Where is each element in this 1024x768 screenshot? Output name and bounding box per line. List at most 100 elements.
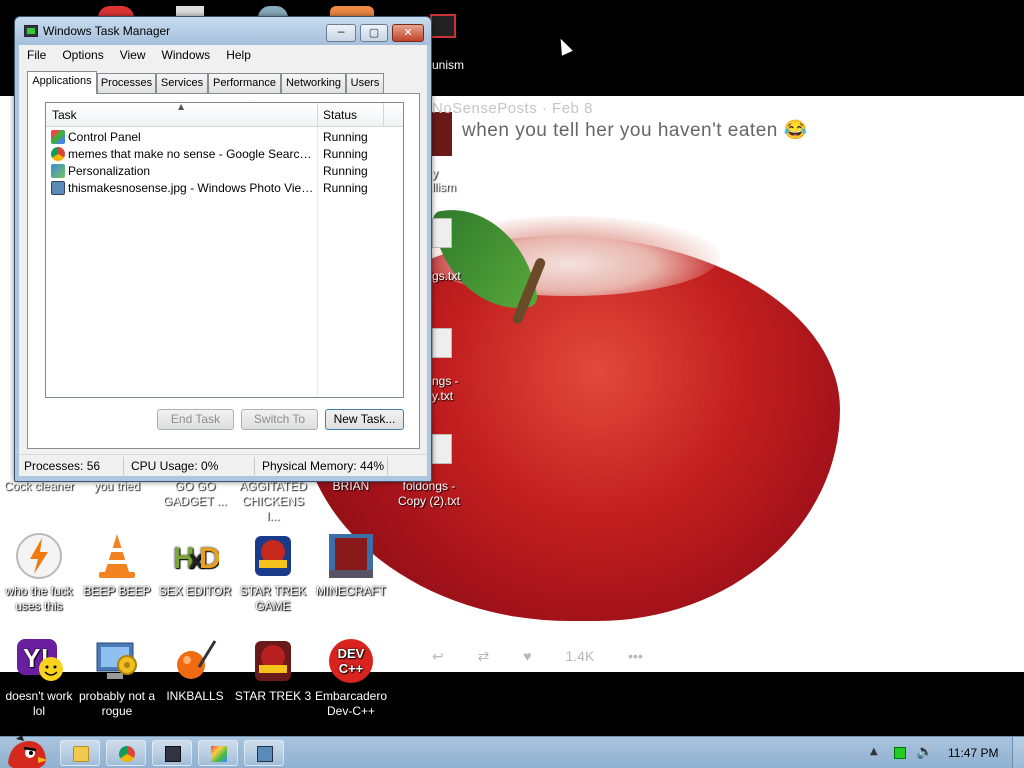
more-icon: ••• — [628, 648, 643, 664]
network-icon[interactable] — [894, 747, 906, 759]
photo-viewer-icon — [51, 181, 65, 195]
taskbar-explorer[interactable] — [60, 740, 100, 766]
task-manager-icon — [165, 746, 181, 762]
taskbar-chrome[interactable] — [106, 740, 146, 766]
text-file-icon[interactable] — [432, 434, 452, 464]
close-button[interactable]: ✕ — [392, 24, 424, 42]
folder-icon — [73, 746, 89, 762]
desktop-icon-agitated-chickens[interactable]: AGGITATED CHICKENS I... — [234, 479, 312, 524]
clock[interactable]: 11:47 PM — [948, 746, 998, 760]
table-row[interactable]: thismakesnosense.jpg - Windows Photo Vie… — [46, 180, 403, 197]
sort-arrow-icon: ▲ — [178, 102, 185, 111]
partial-label-llism[interactable]: llism — [432, 180, 456, 194]
desktop-icon-inkballs[interactable]: INKBALLS — [156, 637, 234, 704]
minimize-button[interactable]: ─ — [326, 24, 356, 42]
taskbar-task-manager[interactable] — [152, 740, 192, 766]
reply-icon: ↩ — [432, 648, 444, 664]
star-wars-badge-icon — [249, 532, 297, 580]
task-list[interactable]: ▲ Task Status Control Panel Running meme… — [45, 102, 404, 398]
inkball-icon — [171, 637, 219, 685]
tab-users[interactable]: Users — [346, 73, 384, 93]
personalization-icon — [51, 164, 65, 178]
tab-applications[interactable]: Applications — [27, 71, 97, 94]
switch-to-button[interactable]: Switch To — [241, 409, 318, 430]
partial-label-ytxt[interactable]: y.txt — [432, 389, 453, 403]
tab-processes[interactable]: Processes — [97, 73, 156, 93]
menu-windows[interactable]: Windows — [154, 45, 219, 62]
angry-bird-start-icon — [8, 735, 48, 768]
desktop-icon-foldongs-copy[interactable]: foldongs - Copy (2).txt — [390, 479, 468, 509]
table-row[interactable]: Personalization Running — [46, 163, 403, 180]
table-row[interactable]: memes that make no sense - Google Search… — [46, 146, 403, 163]
column-task[interactable]: Task — [52, 108, 77, 122]
menu-help[interactable]: Help — [218, 45, 259, 62]
like-icon: ♥ — [523, 648, 532, 664]
tab-services[interactable]: Services — [156, 73, 208, 93]
applications-panel: ▲ Task Status Control Panel Running meme… — [27, 93, 420, 449]
text-file-icon[interactable] — [432, 218, 452, 248]
partial-label-gstxt[interactable]: gs.txt — [432, 269, 461, 283]
computer-gears-icon — [93, 637, 141, 685]
desktop-icon-partial-label[interactable]: unism — [426, 58, 470, 72]
window-title: Windows Task Manager — [43, 24, 171, 38]
text-file-icon[interactable] — [432, 328, 452, 358]
desktop-icon-star-trek-3[interactable]: STAR TREK 3 — [234, 637, 312, 704]
tab-performance[interactable]: Performance — [208, 73, 281, 93]
physical-memory: Physical Memory: 44% — [262, 459, 385, 473]
taskbar: ▲ 🔊 11:47 PM — [0, 733, 1024, 768]
hxd-editor-icon: HxD — [171, 532, 221, 580]
tweet-meta: NoSensePosts · Feb 8 — [432, 100, 593, 117]
vlc-cone-icon — [93, 532, 141, 580]
desktop-icon-yahoo[interactable]: Y! doesn't work lol — [0, 637, 78, 719]
yahoo-messenger-icon: Y! — [15, 637, 63, 685]
status-bar: Processes: 56 CPU Usage: 0% Physical Mem… — [19, 454, 427, 476]
new-task-button[interactable]: New Task... — [325, 409, 404, 430]
control-panel-icon — [51, 130, 65, 144]
desktop-icon-sex-editor[interactable]: HxD SEX EDITOR — [156, 532, 234, 599]
end-task-button[interactable]: End Task — [157, 409, 234, 430]
photo-viewer-icon — [257, 746, 273, 762]
star-wars-badge-icon — [249, 637, 297, 685]
partial-label-y[interactable]: y — [432, 166, 438, 180]
menu-file[interactable]: File — [19, 45, 54, 62]
svg-text:DEV: DEV — [338, 646, 365, 661]
column-status[interactable]: Status — [323, 108, 357, 122]
mouse-cursor-icon — [555, 36, 573, 56]
list-header: ▲ Task Status — [46, 102, 403, 127]
desktop-icon-dev-cpp[interactable]: DEV C++ Embarcadero Dev-C++ — [312, 637, 390, 719]
desktop-icon-star-trek-game[interactable]: STAR TREK GAME — [234, 532, 312, 614]
chrome-icon — [119, 746, 135, 762]
window-client: Applications Processes Services Performa… — [19, 65, 427, 454]
show-hidden-icons-icon[interactable]: ▲ — [870, 746, 878, 757]
tab-networking[interactable]: Networking — [281, 73, 346, 93]
menu-options[interactable]: Options — [54, 45, 111, 62]
paint-icon — [211, 746, 227, 762]
table-row[interactable]: Control Panel Running — [46, 129, 403, 146]
svg-text:C++: C++ — [339, 661, 364, 676]
svg-text:D: D — [199, 542, 219, 575]
top-partial-icon-5[interactable] — [430, 14, 456, 38]
desktop-icon-go-go-gadget[interactable]: GO GO GADGET ... — [156, 479, 234, 509]
desktop-icon-power[interactable]: who the fuck uses this — [0, 532, 78, 614]
show-desktop-button[interactable] — [1012, 737, 1024, 768]
like-count: 1.4K — [565, 648, 595, 664]
task-manager-window[interactable]: Windows Task Manager ─ ▢ ✕ File Options Vi… — [14, 16, 432, 482]
start-button[interactable] — [2, 733, 50, 768]
menu-bar: File Options View Windows Help — [19, 45, 427, 65]
desktop-icon-beep-beep[interactable]: BEEP BEEP — [78, 532, 156, 599]
volume-icon[interactable]: 🔊 — [916, 744, 933, 760]
taskbar-paint[interactable] — [198, 740, 238, 766]
tweet-actions: ↩ ⇄ ♥ 1.4K ••• — [432, 648, 673, 665]
menu-view[interactable]: View — [112, 45, 154, 62]
processes-count: Processes: 56 — [24, 459, 101, 473]
title-bar[interactable]: Windows Task Manager ─ ▢ ✕ — [15, 17, 431, 45]
taskbar-photo-viewer[interactable] — [244, 740, 284, 766]
tweet-text: when you tell her you haven't eaten 😂 — [462, 120, 808, 141]
task-rows: Control Panel Running memes that make no… — [46, 129, 403, 197]
desktop-icon-minecraft[interactable]: MINECRAFT — [312, 532, 390, 599]
minecraft-icon — [327, 532, 375, 580]
maximize-button[interactable]: ▢ — [360, 24, 388, 42]
desktop-icon-probably-not-a-rogue[interactable]: probably not a rogue — [78, 637, 156, 719]
task-manager-icon — [24, 25, 38, 37]
partial-label-ngs[interactable]: ngs - — [432, 374, 459, 388]
